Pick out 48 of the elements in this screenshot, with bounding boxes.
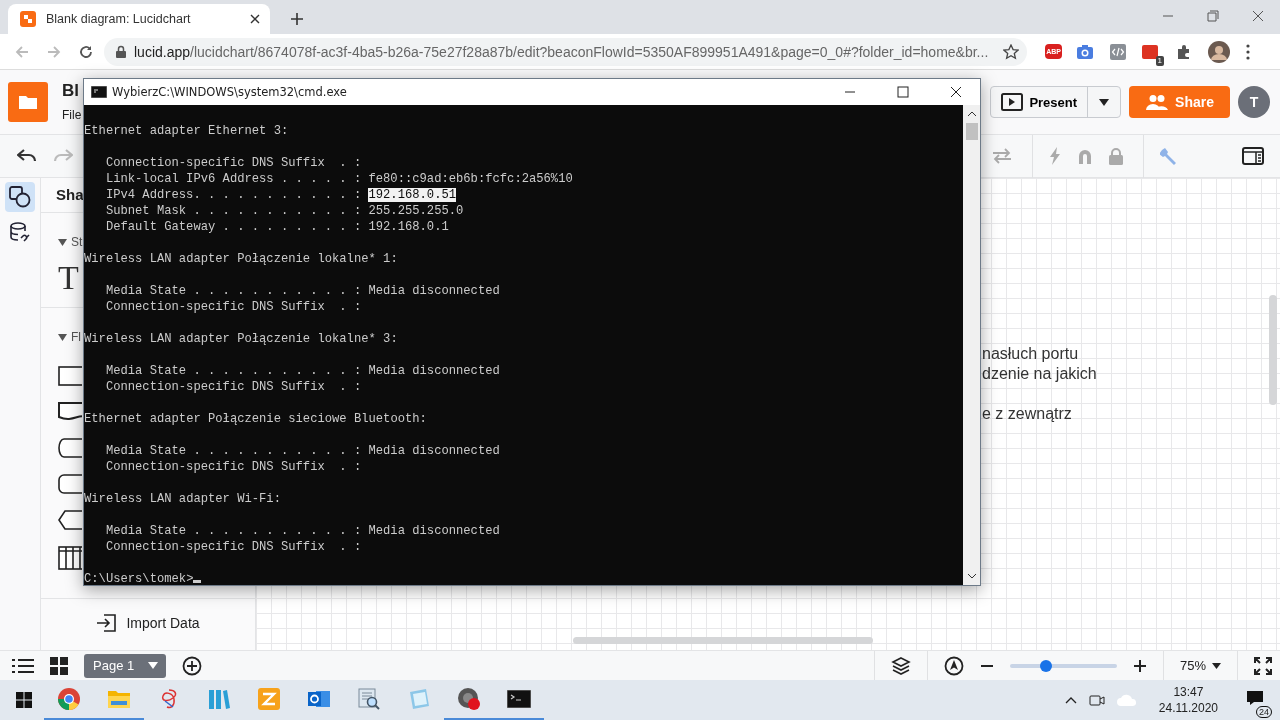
address-field[interactable]: lucid.app/lucidchart/8674078f-ac3f-4ba5-b26a-75e27f28a87b/edit?beaconFlowId=5350AF899951A491&page=0_0#?folder_id=home&br... (104, 37, 1028, 66)
console-line: Connection-specific DNS Suffix . : (105, 460, 362, 474)
console-value[interactable]: Media disconnected (368, 524, 500, 538)
console-value[interactable]: 192.168.0.1 (368, 220, 449, 234)
menu-item[interactable]: File (62, 108, 82, 122)
zoom-dropdown[interactable]: 75% (1179, 658, 1221, 673)
browser-tab[interactable]: Blank diagram: Lucidchart (8, 4, 270, 34)
console-value[interactable]: fe80::c9ad:eb6b:fcfc:2a56%10 (368, 172, 573, 186)
panel-title: Sha (56, 186, 84, 205)
console-line: Media State . . . . . . . . . . . : (105, 524, 362, 538)
console-value[interactable]: 255.255.255.0 (368, 204, 464, 218)
canvas-text: e z zewnątrz (982, 404, 1073, 424)
console-line: Ethernet adapter Ethernet 3: (84, 124, 289, 138)
import-data-button[interactable]: Import Data (41, 598, 255, 647)
console-line: Media State . . . . . . . . . . . : (105, 444, 362, 458)
window-title: WybierzC:\WINDOWS\system32\cmd.exe (112, 85, 347, 99)
console-line: Wireless LAN adapter Wi-Fi: (84, 492, 281, 506)
console-line: Media State . . . . . . . . . . . : (105, 284, 362, 298)
console-prompt: C:\Users\tomek> (84, 572, 194, 585)
canvas-text: nasłuch portu (982, 344, 1080, 364)
console-line: Link-local IPv6 Address . . . . . : (105, 172, 362, 186)
console-line: Wireless LAN adapter Połączenie lokalne* 3: (84, 332, 398, 346)
user-avatar[interactable]: T (1238, 86, 1270, 118)
console-line: Connection-specific DNS Suffix . : (105, 300, 362, 314)
url-text: lucid.app/lucidchart/8674078f-ac3f-4ba5-b26a-75e27f28a87b/edit?beaconFlowId=5350AF899951A491&page=0_0#?folder_id=home&br... (134, 43, 990, 60)
text-shape[interactable]: T (58, 259, 79, 296)
console-line: Subnet Mask . . . . . . . . . . . : (105, 204, 362, 218)
extension-badge: 1 (1155, 55, 1164, 66)
system-clock[interactable]: 13:47 24.11.2020 (1158, 684, 1218, 716)
tab-title: Blank diagram: Lucidchart (46, 12, 192, 26)
page-tab[interactable]: Page 1 (84, 653, 167, 678)
notification-count: 24 (1256, 706, 1272, 718)
console-value[interactable]: Media disconnected (368, 364, 500, 378)
console-line: Media State . . . . . . . . . . . : (105, 364, 362, 378)
console-value[interactable]: 192.168.0.51 (368, 188, 457, 202)
console-line: Connection-specific DNS Suffix . : (105, 540, 362, 554)
console-value[interactable]: Media disconnected (368, 444, 500, 458)
console-line: Wireless LAN adapter Połączenie lokalne* 1: (84, 252, 398, 266)
section-header[interactable]: St (58, 235, 83, 249)
section-header[interactable]: Fl (58, 330, 81, 344)
console-line: Connection-specific DNS Suffix . : (105, 156, 362, 170)
console-line: Default Gateway . . . . . . . . . : (105, 220, 362, 234)
console-line: Ethernet adapter Połączenie sieciowe Bluetooth: (84, 412, 427, 426)
console-line: Connection-specific DNS Suffix . : (105, 380, 362, 394)
document-title[interactable]: Bl (62, 81, 79, 101)
console-line: IPv4 Address. . . . . . . . . . . : (105, 188, 362, 202)
console-value[interactable]: Media disconnected (368, 284, 500, 298)
canvas-text: dzenie na jakich (982, 364, 1097, 384)
